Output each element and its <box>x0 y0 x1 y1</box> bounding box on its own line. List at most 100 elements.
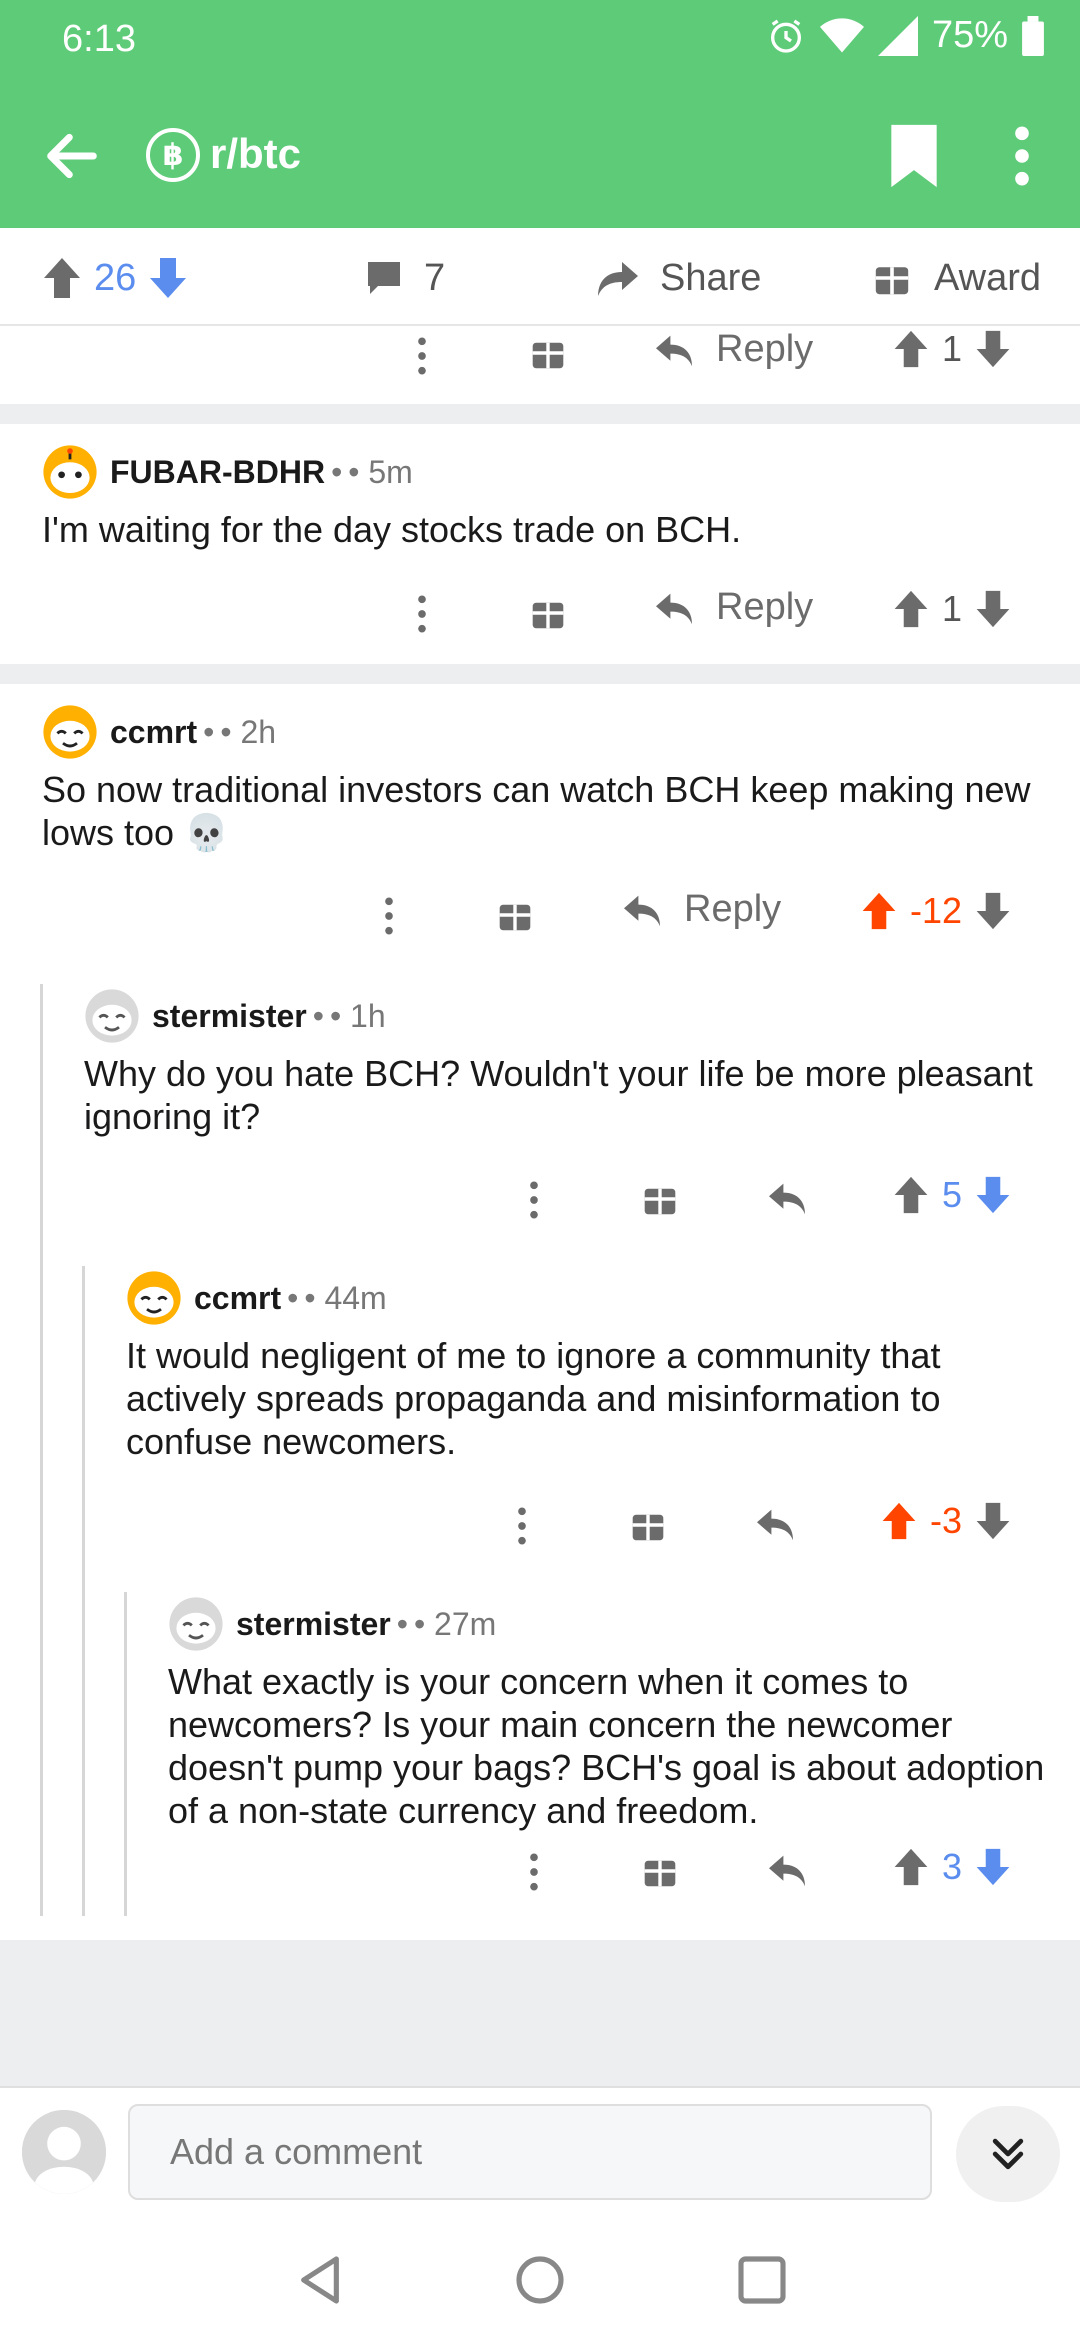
share-label: Share <box>660 256 762 299</box>
avatar[interactable] <box>168 1596 224 1652</box>
comment-score: -3 <box>930 1500 963 1541</box>
gift-icon[interactable] <box>498 898 532 932</box>
comment-header: stermister • • 1h <box>84 988 386 1044</box>
post-score: 26 <box>94 256 137 299</box>
comment-author[interactable]: ccmrt <box>194 1280 281 1317</box>
comment-body: Why do you hate BCH? Wouldn't your life … <box>84 1053 1033 1137</box>
comment-body: It would negligent of me to ignore a com… <box>126 1335 941 1462</box>
reply-button[interactable]: Reply <box>622 888 781 931</box>
comment-vote: 1 <box>892 588 1012 630</box>
comment-time: • 27m <box>413 1605 497 1642</box>
status-time: 6:13 <box>62 18 136 60</box>
avatar[interactable] <box>126 1270 182 1326</box>
reply-icon[interactable] <box>767 1180 807 1216</box>
wifi-icon <box>819 17 864 52</box>
battery-percent: 75% <box>931 14 1008 56</box>
reply-label: Reply <box>716 328 814 370</box>
divider <box>0 404 1080 424</box>
gift-icon[interactable] <box>531 336 565 370</box>
nav-recents-icon[interactable] <box>734 2252 790 2308</box>
downvote-icon[interactable] <box>974 1501 1012 1541</box>
comment-input[interactable]: Add a comment <box>128 2104 932 2200</box>
comment-body: What exactly is your concern when it com… <box>168 1661 1045 1831</box>
thread-line[interactable] <box>124 1592 127 1916</box>
downvote-icon[interactable] <box>974 891 1012 931</box>
gift-icon[interactable] <box>643 1182 677 1216</box>
bookmark-icon[interactable] <box>884 122 944 190</box>
downvote-icon[interactable] <box>974 589 1012 629</box>
upvote-icon[interactable] <box>892 589 930 629</box>
nav-back-icon[interactable] <box>292 2252 348 2308</box>
comment-time: • 5m <box>348 453 413 490</box>
downvote-icon[interactable] <box>148 256 188 300</box>
collapse-threads-button[interactable] <box>956 2106 1060 2202</box>
signal-icon <box>877 15 918 56</box>
subreddit-name[interactable]: r/btc <box>210 130 301 178</box>
empty-area <box>0 1940 1080 2086</box>
gift-icon[interactable] <box>531 596 565 630</box>
separator-dot: • <box>203 713 215 750</box>
gift-icon[interactable] <box>643 1854 677 1888</box>
comment-author[interactable]: ccmrt <box>110 714 197 751</box>
comment-author[interactable]: stermister <box>236 1606 391 1643</box>
upvote-icon[interactable] <box>860 891 898 931</box>
more-vertical-icon[interactable] <box>377 894 401 938</box>
separator-dot: • <box>287 1279 299 1316</box>
share-button[interactable]: Share <box>596 250 761 306</box>
post-comment-count: 7 <box>424 256 446 299</box>
upvote-icon[interactable] <box>892 329 930 369</box>
battery-icon <box>1022 15 1044 56</box>
system-nav-bar <box>0 2216 1080 2340</box>
more-vertical-icon[interactable] <box>522 1178 546 1222</box>
reply-icon <box>656 593 692 624</box>
separator-dot: • <box>396 1605 408 1642</box>
reply-button[interactable]: Reply <box>654 586 813 629</box>
nav-home-icon[interactable] <box>512 2252 568 2308</box>
more-vertical-icon[interactable] <box>410 592 434 636</box>
avatar[interactable] <box>42 444 98 500</box>
downvote-icon[interactable] <box>974 1175 1012 1215</box>
comment-score: 5 <box>942 1174 963 1215</box>
comment-header: ccmrt • • 2h <box>42 704 276 760</box>
divider <box>0 664 1080 684</box>
more-vertical-icon[interactable] <box>522 1850 546 1894</box>
avatar[interactable] <box>42 704 98 760</box>
status-bar: 6:13 75% <box>0 0 1080 78</box>
comment-vote: 3 <box>892 1846 1012 1888</box>
comment-score: 1 <box>942 588 963 629</box>
user-avatar[interactable] <box>22 2110 106 2194</box>
comment-header: ccmrt • • 44m <box>126 1270 387 1326</box>
more-vertical-icon[interactable] <box>510 1504 534 1548</box>
thread-line[interactable] <box>82 1266 85 1916</box>
reply-button[interactable]: Reply <box>654 328 813 371</box>
bitcoin-icon[interactable]: ฿ <box>146 128 200 182</box>
comment-time: • 2h <box>220 713 277 750</box>
back-arrow-icon[interactable] <box>40 124 104 188</box>
upvote-icon[interactable] <box>892 1175 930 1215</box>
post-comments-button[interactable]: 7 <box>364 250 445 306</box>
comment-author[interactable]: stermister <box>152 998 307 1035</box>
thread-line[interactable] <box>40 984 43 1916</box>
downvote-icon[interactable] <box>974 329 1012 369</box>
reply-label: Reply <box>716 586 814 628</box>
upvote-icon[interactable] <box>892 1847 930 1887</box>
reply-icon[interactable] <box>755 1506 795 1542</box>
separator-dot: • <box>312 997 324 1034</box>
comment-time: • 1h <box>329 997 386 1034</box>
avatar[interactable] <box>84 988 140 1044</box>
comment-icon <box>368 262 400 294</box>
upvote-icon[interactable] <box>42 256 82 300</box>
comment-author[interactable]: FUBAR-BDHR <box>110 454 325 491</box>
gift-icon[interactable] <box>631 1508 665 1542</box>
upvote-icon[interactable] <box>880 1501 918 1541</box>
chevrons-down-icon <box>992 2138 1024 2170</box>
comment-composer: Add a comment <box>0 2086 1080 2216</box>
downvote-icon[interactable] <box>974 1847 1012 1887</box>
comment-partial: Reply 1 <box>0 328 1080 404</box>
more-vertical-icon[interactable] <box>410 334 434 378</box>
reply-icon[interactable] <box>767 1852 807 1888</box>
comment-score: 3 <box>942 1846 963 1887</box>
reply-icon <box>624 895 660 926</box>
award-button[interactable]: Award <box>874 250 1041 306</box>
more-vertical-icon[interactable] <box>1000 122 1044 190</box>
